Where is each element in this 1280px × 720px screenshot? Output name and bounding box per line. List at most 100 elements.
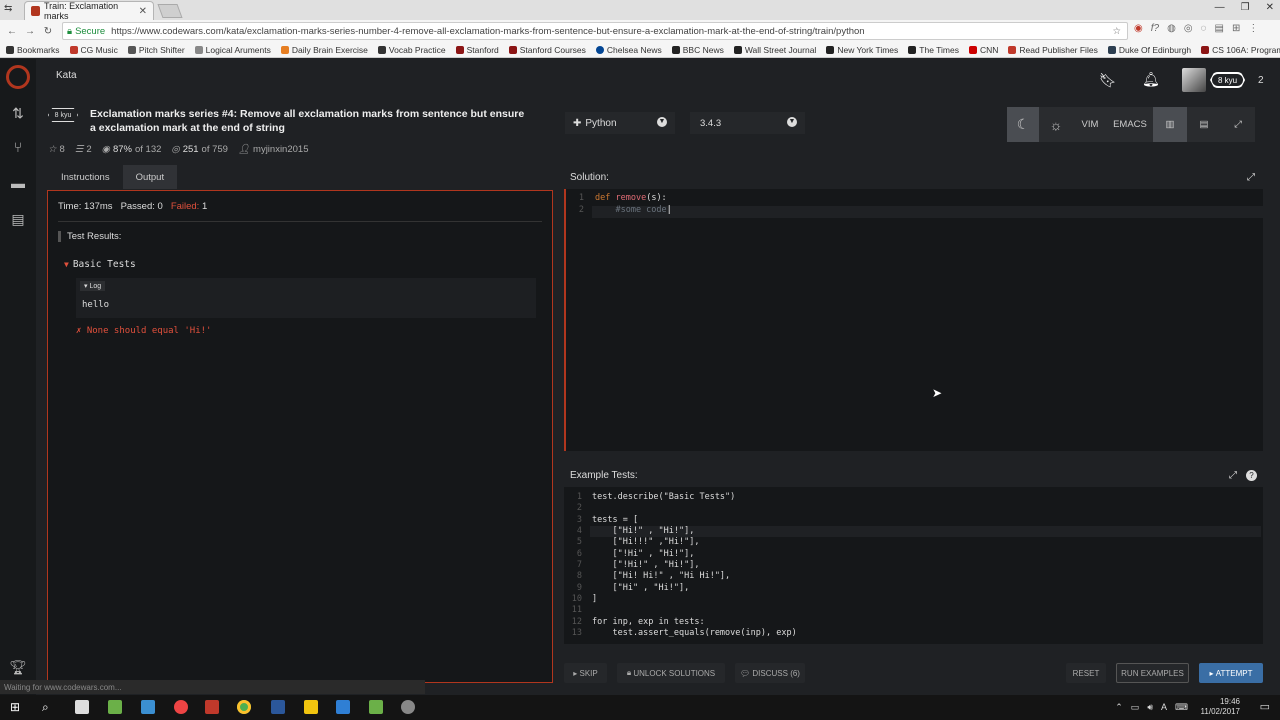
kata-stats: ☆ 8 ☰ 2 ◉ 87% of 132 ◎ 251 of 759 👤︎ myjinxin20… <box>48 144 308 155</box>
bookmark-item[interactable]: The Times <box>908 45 959 55</box>
close-tab-icon[interactable]: ✕ <box>139 6 147 17</box>
search-icon[interactable]: ⌕ <box>42 700 49 715</box>
attempt-button[interactable]: ▸ ATTEMPT <box>1199 663 1263 683</box>
language-icon[interactable]: A <box>1161 702 1167 713</box>
bookmark-item[interactable]: Chelsea News <box>595 45 662 55</box>
menu-icon[interactable]: ⋮ <box>1248 23 1258 34</box>
version-select[interactable]: 3.4.3 ▼ <box>690 112 805 134</box>
vscode-icon[interactable] <box>336 700 350 714</box>
extension-icon[interactable]: ◎ <box>1184 23 1193 34</box>
extension-icon[interactable]: ⊞ <box>1232 23 1240 34</box>
system-tray: ⌃ ▭ 🔊︎ A ⌨ <box>1115 702 1188 713</box>
trophy-icon[interactable]: 🏆︎ <box>9 659 27 677</box>
expand-icon[interactable]: ⤢ <box>1247 172 1255 183</box>
dark-mode-button[interactable]: ☾ <box>1007 107 1039 142</box>
bookmark-item[interactable]: Stanford <box>455 45 499 55</box>
bookmark-item[interactable]: Pitch Shifter <box>127 45 185 55</box>
extension-icon[interactable]: ▤ <box>1215 23 1224 34</box>
file-explorer-icon[interactable] <box>304 700 318 714</box>
app-icon[interactable] <box>108 700 122 714</box>
bookmark-item[interactable]: BBC News <box>671 45 724 55</box>
bookmark-item[interactable]: Duke Of Edinburgh <box>1107 45 1191 55</box>
bookmark-item[interactable]: Read Publisher Files <box>1008 45 1098 55</box>
reset-button[interactable]: RESET <box>1066 663 1106 683</box>
bookmark-icon[interactable]: 🔖︎ <box>1099 72 1117 88</box>
notifications-icon[interactable]: 🔔︎ <box>1142 71 1160 87</box>
collections-stat[interactable]: ☰ 2 <box>75 144 92 155</box>
chevron-up-icon[interactable]: ⌃ <box>1115 702 1123 713</box>
keyboard-icon[interactable]: ⌨ <box>1175 702 1188 713</box>
bookmark-item[interactable]: Wall Street Journal <box>733 45 816 55</box>
reload-icon[interactable]: ↻ <box>42 26 54 37</box>
train-icon[interactable]: ⇅ <box>9 105 27 123</box>
bookmark-item[interactable]: Stanford Courses <box>508 45 586 55</box>
fork-icon[interactable]: ⑂ <box>9 139 27 157</box>
maximize-icon[interactable]: ❐ <box>1241 2 1250 13</box>
skip-button[interactable]: ▸ SKIP <box>564 663 607 683</box>
app-icon[interactable] <box>401 700 415 714</box>
url-field[interactable]: 🔒︎ Secure https://www.codewars.com/kata/… <box>62 22 1128 40</box>
example-tests-title: Example Tests: <box>570 469 638 481</box>
stars-stat[interactable]: ☆ 8 <box>48 144 65 155</box>
discuss-button[interactable]: 💬︎ DISCUSS (6) <box>735 663 805 683</box>
back-icon[interactable]: ← <box>6 26 18 37</box>
formula-icon[interactable]: f? <box>1151 23 1159 34</box>
chat-icon[interactable]: ▬ <box>9 175 27 193</box>
fullscreen-button[interactable]: ⤢ <box>1221 107 1255 142</box>
docs-icon[interactable]: ▤ <box>9 211 27 229</box>
window-menu-icon[interactable]: ⇆ <box>4 3 12 14</box>
volume-icon[interactable]: 🔊︎ <box>1147 702 1153 713</box>
bookmark-item[interactable]: CNN <box>968 45 998 55</box>
split-layout-button[interactable]: ▥ <box>1153 107 1187 142</box>
chevron-down-icon: ▼ <box>657 117 667 127</box>
example-tests-editor[interactable]: 1 2 3 4 5 6 7 8 9 10 11 12 13 test.descr… <box>564 487 1263 644</box>
pdf-icon[interactable] <box>205 700 219 714</box>
tab-instructions[interactable]: Instructions <box>48 165 123 189</box>
mail-icon[interactable] <box>75 700 89 714</box>
emacs-button[interactable]: EMACS <box>1107 107 1153 142</box>
bookmark-star-icon[interactable]: ☆ <box>1112 26 1121 37</box>
avatar[interactable] <box>1182 68 1206 92</box>
bookmark-item[interactable]: CG Music <box>69 45 118 55</box>
log-tag[interactable]: ▾ Log <box>80 281 106 291</box>
windows-start-icon[interactable]: ⊞ <box>10 700 20 714</box>
minimize-icon[interactable]: — <box>1215 2 1225 13</box>
light-mode-button[interactable]: ☼ <box>1039 107 1073 142</box>
forward-icon[interactable]: → <box>24 26 36 37</box>
moon-icon: ☾ <box>1016 116 1030 132</box>
help-icon[interactable]: ? <box>1246 470 1257 481</box>
app-icon[interactable] <box>141 700 155 714</box>
word-icon[interactable] <box>271 700 285 714</box>
kata-title[interactable]: Exclamation marks series #4: Remove all … <box>90 107 530 135</box>
new-tab-button[interactable] <box>157 4 183 18</box>
codewars-logo-icon[interactable] <box>6 65 30 89</box>
bookmark-item[interactable]: Daily Brain Exercise <box>280 45 368 55</box>
itunes-icon[interactable] <box>174 700 188 714</box>
bookmark-item[interactable]: Vocab Practice <box>377 45 446 55</box>
extension-icon[interactable]: ◌ <box>1201 23 1207 34</box>
vim-button[interactable]: VIM <box>1073 107 1107 142</box>
language-select[interactable]: ✚ Python ▼ <box>565 112 675 134</box>
run-examples-button[interactable]: RUN EXAMPLES <box>1116 663 1189 683</box>
stacked-layout-button[interactable]: ▤ <box>1187 107 1221 142</box>
unlock-solutions-button[interactable]: 🔒︎ UNLOCK SOLUTIONS <box>617 663 725 683</box>
clock[interactable]: 19:46 11/02/2017 <box>1201 697 1240 717</box>
solution-editor[interactable]: 1 2 def remove(s): #some code| <box>564 189 1263 451</box>
bookmark-icon <box>508 45 517 54</box>
chrome-icon[interactable] <box>237 700 251 714</box>
extension-icon[interactable]: ◍ <box>1167 23 1176 34</box>
bookmark-item[interactable]: Bookmarks <box>6 45 60 55</box>
bookmark-item[interactable]: New York Times <box>826 45 898 55</box>
browser-tab-active[interactable]: Train: Exclamation marks ✕ <box>24 1 154 21</box>
opera-icon[interactable]: ◉ <box>1134 23 1143 34</box>
close-window-icon[interactable]: ✕ <box>1266 2 1274 13</box>
notifications-icon[interactable]: ▭ <box>1260 700 1270 713</box>
bookmark-item[interactable]: CS 106A: Programmin <box>1201 45 1280 55</box>
network-icon[interactable]: ▭ <box>1131 702 1140 713</box>
app-icon[interactable] <box>369 700 383 714</box>
author-link[interactable]: 👤︎ myjinxin2015 <box>238 144 309 155</box>
expand-icon[interactable]: ⤢ <box>1229 470 1237 481</box>
bookmark-item[interactable]: Logical Aruments <box>194 45 271 55</box>
tab-output[interactable]: Output <box>122 165 178 189</box>
test-group[interactable]: ▼ Basic Tests <box>64 259 136 270</box>
